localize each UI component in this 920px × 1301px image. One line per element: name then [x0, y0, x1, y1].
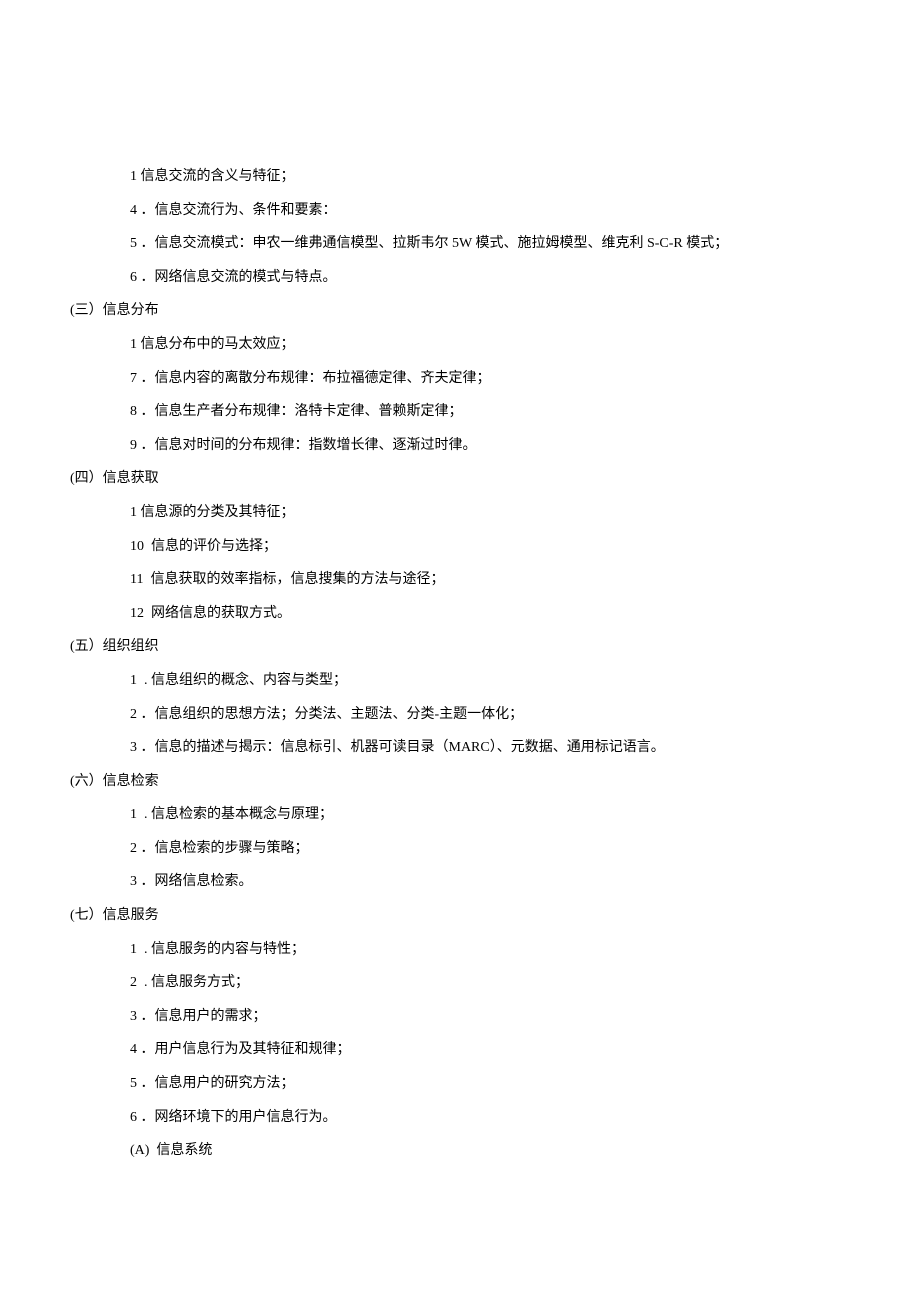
text-line: 4 ．用户信息行为及其特征和规律； [70, 1033, 850, 1067]
text-line: 3 ．信息用户的需求； [70, 1000, 850, 1034]
text-line: (七）信息服务 [70, 899, 850, 933]
text-line: 1 . 信息检索的基本概念与原理； [70, 798, 850, 832]
text-line: 2 . 信息服务方式； [70, 966, 850, 1000]
text-line: 12 网络信息的获取方式。 [70, 597, 850, 631]
text-line: 10 信息的评价与选择； [70, 530, 850, 564]
text-line: 4 ．信息交流行为、条件和要素： [70, 194, 850, 228]
text-line: (五）组织组织 [70, 630, 850, 664]
text-line: 9 ．信息对时间的分布规律：指数增长律、逐渐过时律。 [70, 429, 850, 463]
text-line: 11 信息获取的效率指标，信息搜集的方法与途径； [70, 563, 850, 597]
text-line: 3 ．信息的描述与揭示：信息标引、机器可读目录（MARC）、元数据、通用标记语言… [70, 731, 850, 765]
text-line: (三）信息分布 [70, 294, 850, 328]
text-line: 1 . 信息服务的内容与特性； [70, 933, 850, 967]
text-line: 1 信息分布中的马太效应； [70, 328, 850, 362]
text-line: (六）信息检索 [70, 765, 850, 799]
text-line: 6 ．网络信息交流的模式与特点。 [70, 261, 850, 295]
text-line: 1 信息源的分类及其特征； [70, 496, 850, 530]
text-line: 5 ．信息用户的研究方法； [70, 1067, 850, 1101]
text-line: 8 ．信息生产者分布规律：洛特卡定律、普赖斯定律； [70, 395, 850, 429]
document-page: 1 信息交流的含义与特征；4 ．信息交流行为、条件和要素：5 ．信息交流模式：申… [0, 0, 920, 1268]
text-line: 5 ．信息交流模式：申农一维弗通信模型、拉斯韦尔 5W 模式、施拉姆模型、维克利… [70, 227, 850, 261]
text-line: 6 ．网络环境下的用户信息行为。 [70, 1101, 850, 1135]
text-line: 3 ．网络信息检索。 [70, 865, 850, 899]
text-line: 7 ．信息内容的离散分布规律：布拉福德定律、齐夫定律； [70, 362, 850, 396]
text-line: 1 . 信息组织的概念、内容与类型； [70, 664, 850, 698]
text-line: (A) 信息系统 [70, 1134, 850, 1168]
text-line: 2 ．信息组织的思想方法；分类法、主题法、分类-主题一体化； [70, 698, 850, 732]
text-line: (四）信息获取 [70, 462, 850, 496]
text-line: 2 ．信息检索的步骤与策略； [70, 832, 850, 866]
text-line: 1 信息交流的含义与特征； [70, 160, 850, 194]
